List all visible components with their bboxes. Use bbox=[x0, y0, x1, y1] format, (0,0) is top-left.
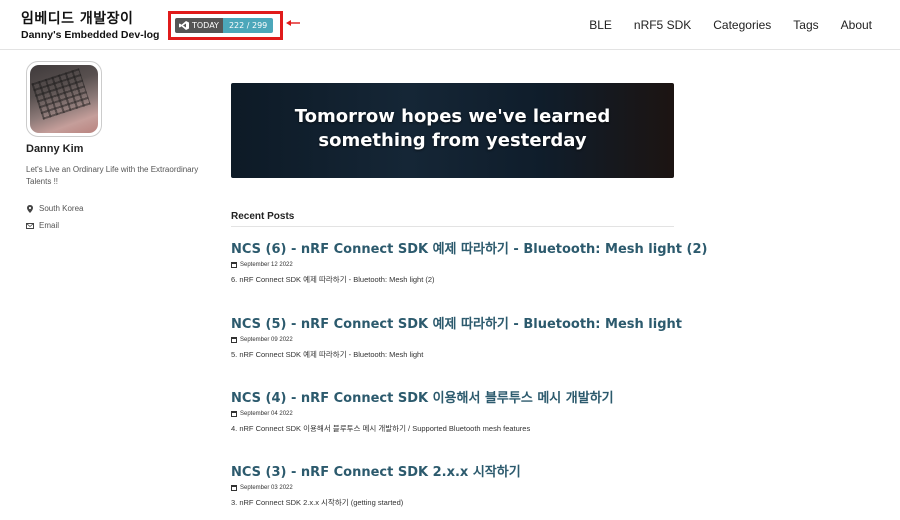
post-title-link[interactable]: NCS (6) - nRF Connect SDK 예제 따라하기 - Blue… bbox=[231, 238, 707, 257]
nav-item-about[interactable]: About bbox=[841, 18, 872, 32]
banner-line-1: Tomorrow hopes we've learned bbox=[294, 106, 611, 127]
post-item: NCS (6) - nRF Connect SDK 예제 따라하기 - Blue… bbox=[231, 238, 707, 285]
nav-item-categories[interactable]: Categories bbox=[713, 18, 771, 32]
author-bio: Let's Live an Ordinary Life with the Ext… bbox=[26, 165, 199, 187]
hero-banner: Tomorrow hopes we've learned something f… bbox=[231, 83, 674, 178]
post-excerpt: 4. nRF Connect SDK 이용해서 블루투스 메시 개발하기 / S… bbox=[231, 424, 531, 433]
post-date-text: September 12 2022 bbox=[240, 262, 293, 268]
vscode-logo-icon bbox=[179, 21, 189, 30]
post-item: NCS (3) - nRF Connect SDK 2.x.x 시작하기 Sep… bbox=[231, 461, 691, 508]
banner-quote: Tomorrow hopes we've learned something f… bbox=[231, 105, 674, 153]
location-text: South Korea bbox=[39, 204, 84, 213]
avatar-image bbox=[30, 65, 98, 133]
post-date: September 12 2022 bbox=[231, 262, 691, 268]
banner-line-2: something from yesterday bbox=[318, 130, 587, 151]
calendar-icon bbox=[231, 337, 237, 343]
post-title-link[interactable]: NCS (5) - nRF Connect SDK 예제 따라하기 - Blue… bbox=[231, 313, 691, 332]
hits-label-segment: TODAY bbox=[175, 18, 223, 33]
post-item: NCS (5) - nRF Connect SDK 예제 따라하기 - Blue… bbox=[231, 313, 691, 360]
envelope-icon bbox=[26, 222, 34, 229]
post-date: September 09 2022 bbox=[231, 337, 691, 343]
site-title[interactable]: 임베디드 개발장이 bbox=[21, 8, 133, 28]
post-date-text: September 04 2022 bbox=[240, 411, 293, 417]
hits-count: 222 / 299 bbox=[222, 18, 274, 33]
post-date-text: September 03 2022 bbox=[240, 485, 293, 491]
calendar-icon bbox=[231, 485, 237, 491]
post-date: September 04 2022 bbox=[231, 411, 691, 417]
post-item: NCS (4) - nRF Connect SDK 이용해서 블루투스 메시 개… bbox=[231, 387, 691, 434]
hits-counter-badge[interactable]: TODAY 222 / 299 bbox=[175, 18, 274, 33]
author-name: Danny Kim bbox=[26, 143, 84, 155]
hits-label: TODAY bbox=[192, 21, 219, 30]
nav-item-nrf5-sdk[interactable]: nRF5 SDK bbox=[634, 18, 691, 32]
recent-posts-heading: Recent Posts bbox=[231, 211, 674, 227]
author-location: South Korea bbox=[26, 204, 83, 213]
calendar-icon bbox=[231, 262, 237, 268]
arrow-left-icon bbox=[286, 20, 300, 26]
site-subtitle: Danny's Embedded Dev-log bbox=[21, 29, 160, 41]
map-marker-icon bbox=[27, 204, 33, 213]
nav-item-tags[interactable]: Tags bbox=[793, 18, 818, 32]
post-excerpt: 3. nRF Connect SDK 2.x.x 시작하기 (getting s… bbox=[231, 498, 404, 507]
calendar-icon bbox=[231, 411, 237, 417]
post-title-link[interactable]: NCS (3) - nRF Connect SDK 2.x.x 시작하기 bbox=[231, 461, 691, 480]
nav-item-ble[interactable]: BLE bbox=[589, 18, 612, 32]
top-nav: BLE nRF5 SDK Categories Tags About bbox=[567, 18, 872, 32]
avatar bbox=[26, 61, 102, 137]
post-date: September 03 2022 bbox=[231, 485, 691, 491]
post-excerpt: 5. nRF Connect SDK 예제 따라하기 - Bluetooth: … bbox=[231, 350, 424, 359]
post-title-link[interactable]: NCS (4) - nRF Connect SDK 이용해서 블루투스 메시 개… bbox=[231, 387, 691, 406]
post-excerpt: 6. nRF Connect SDK 예제 따라하기 - Bluetooth: … bbox=[231, 275, 435, 284]
email-label: Email bbox=[39, 221, 60, 230]
masthead: 임베디드 개발장이 Danny's Embedded Dev-log TODAY… bbox=[0, 0, 900, 50]
author-email-link[interactable]: Email bbox=[26, 221, 59, 230]
post-date-text: September 09 2022 bbox=[240, 337, 293, 343]
